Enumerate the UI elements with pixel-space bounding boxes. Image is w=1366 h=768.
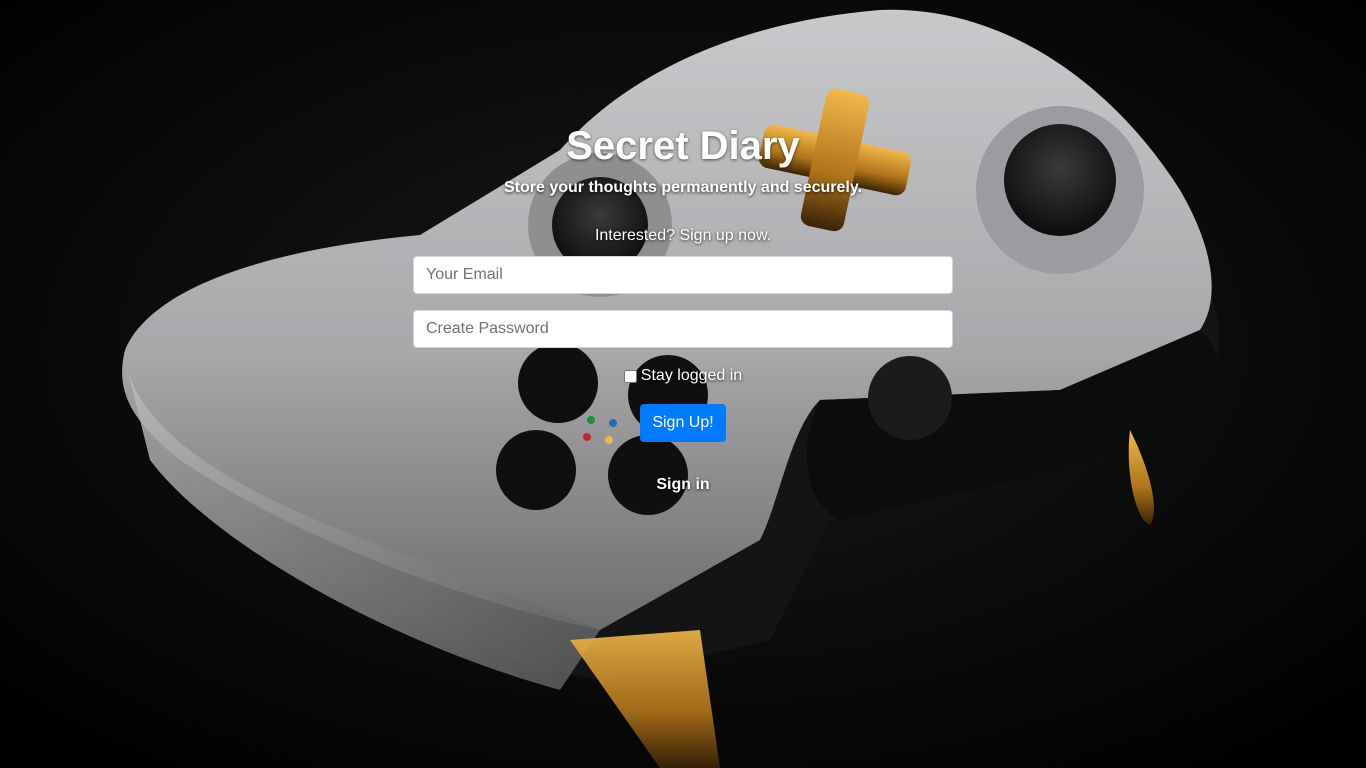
stay-logged-in-checkbox[interactable]	[623, 369, 637, 383]
password-input[interactable]	[413, 310, 953, 348]
stay-logged-in-row: Stay logged in	[0, 366, 1366, 389]
signup-panel: Secret Diary Store your thoughts permane…	[0, 0, 1366, 768]
stay-logged-in-label: Stay logged in	[640, 367, 743, 384]
sign-up-button[interactable]: Sign Up!	[640, 404, 726, 442]
toggle-form-row: Sign in	[0, 475, 1366, 495]
email-input[interactable]	[413, 256, 953, 294]
sign-in-link[interactable]: Sign in	[656, 476, 709, 493]
page-title: Secret Diary	[566, 124, 800, 168]
tagline: Store your thoughts permanently and secu…	[504, 179, 862, 196]
stay-logged-in-label-wrapper[interactable]: Stay logged in	[623, 366, 743, 386]
signup-prompt: Interested? Sign up now.	[594, 227, 772, 244]
